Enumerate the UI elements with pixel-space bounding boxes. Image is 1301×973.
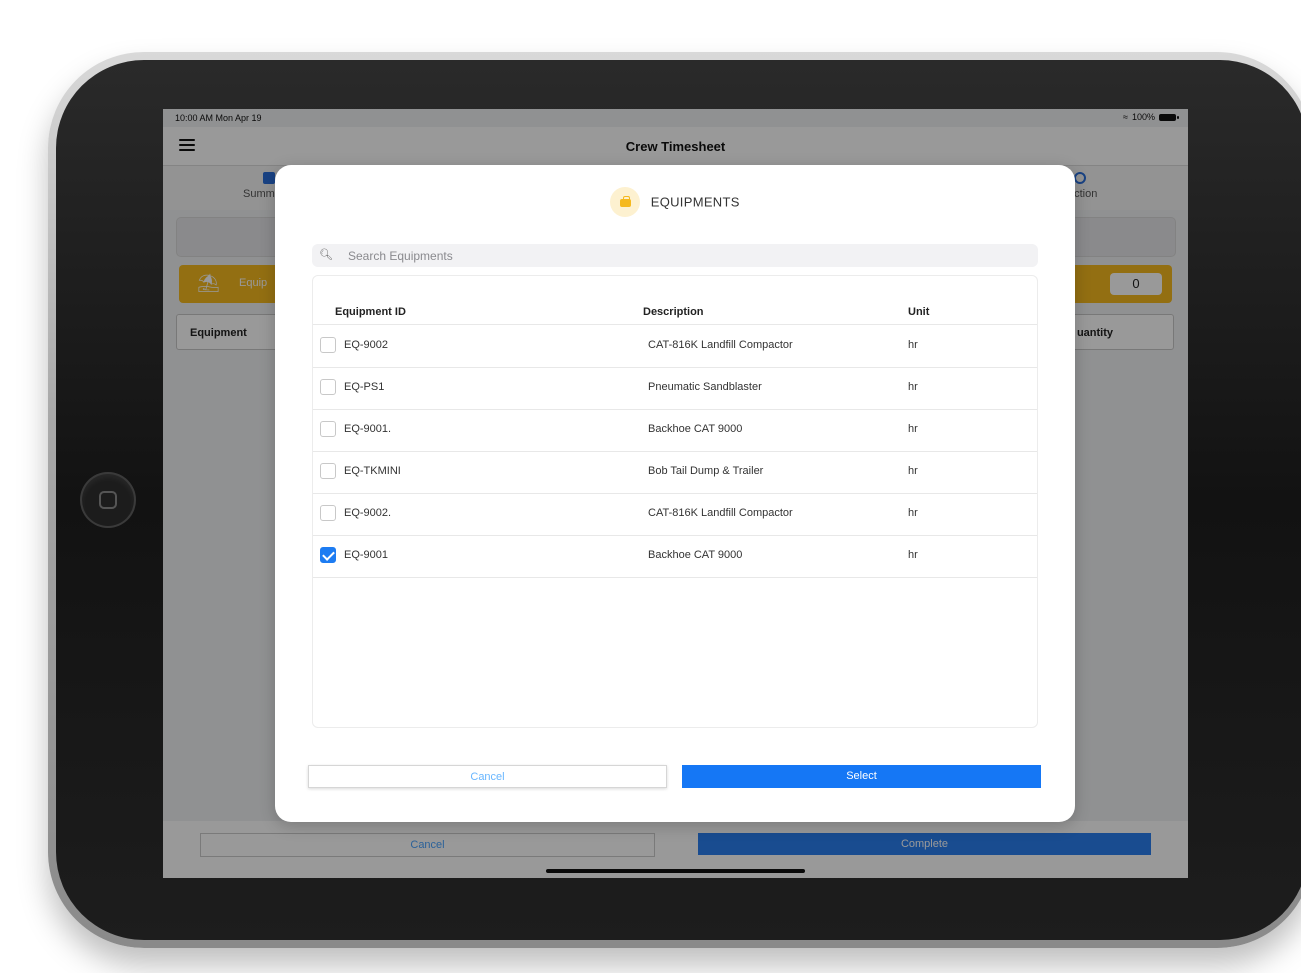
modal-header: EQUIPMENTS xyxy=(275,187,1075,217)
equipment-unit: hr xyxy=(908,549,918,561)
list-header: Equipment ID Description Unit xyxy=(313,304,1037,325)
equipment-id: EQ-9001. xyxy=(344,423,392,435)
equipment-description: Backhoe CAT 9000 xyxy=(648,549,743,561)
equipment-description: Backhoe CAT 9000 xyxy=(648,423,743,435)
screen: 10:00 AM Mon Apr 19 ≈ 100% Crew Timeshee… xyxy=(163,109,1188,878)
row-checkbox[interactable] xyxy=(320,337,336,353)
equipment-list: Equipment ID Description Unit EQ-9002 CA… xyxy=(312,275,1038,728)
equipment-unit: hr xyxy=(908,339,918,351)
equipments-modal: EQUIPMENTS 🔍︎ Equipment ID Description U… xyxy=(275,165,1075,822)
equipment-unit: hr xyxy=(908,465,918,477)
equipment-description: Pneumatic Sandblaster xyxy=(648,381,762,393)
equipment-id: EQ-9001 xyxy=(344,549,389,561)
equipment-description: CAT-816K Landfill Compactor xyxy=(648,507,793,519)
col-equipment-id: Equipment ID xyxy=(335,306,406,318)
search-input[interactable] xyxy=(348,244,1028,267)
row-checkbox[interactable] xyxy=(320,505,336,521)
search-bar: 🔍︎ xyxy=(312,244,1038,267)
list-item[interactable]: EQ-TKMINI Bob Tail Dump & Trailer hr xyxy=(313,451,1037,494)
modal-title: EQUIPMENTS xyxy=(650,194,740,210)
equipment-description: Bob Tail Dump & Trailer xyxy=(648,465,764,477)
equipment-id: EQ-9002 xyxy=(344,339,389,351)
equipment-unit: hr xyxy=(908,507,918,519)
home-button[interactable] xyxy=(80,472,136,528)
list-item[interactable]: EQ-9001 Backhoe CAT 9000 hr xyxy=(313,535,1037,578)
equipment-description: CAT-816K Landfill Compactor xyxy=(648,339,793,351)
cancel-button[interactable]: Cancel xyxy=(308,765,667,788)
equipment-id: EQ-PS1 xyxy=(344,381,385,393)
briefcase-icon xyxy=(610,187,641,217)
col-unit: Unit xyxy=(908,306,930,318)
col-description: Description xyxy=(643,306,704,318)
row-checkbox[interactable] xyxy=(320,379,336,395)
row-checkbox[interactable] xyxy=(320,463,336,479)
list-item[interactable]: EQ-PS1 Pneumatic Sandblaster hr xyxy=(313,367,1037,410)
row-checkbox[interactable] xyxy=(320,421,336,437)
row-checkbox-checked[interactable] xyxy=(320,547,336,563)
search-icon: 🔍︎ xyxy=(319,249,333,261)
equipment-id: EQ-TKMINI xyxy=(344,465,401,477)
list-item[interactable]: EQ-9001. Backhoe CAT 9000 hr xyxy=(313,409,1037,452)
list-item[interactable]: EQ-9002. CAT-816K Landfill Compactor hr xyxy=(313,493,1037,536)
equipment-unit: hr xyxy=(908,423,918,435)
equipment-unit: hr xyxy=(908,381,918,393)
equipment-id: EQ-9002. xyxy=(344,507,392,519)
select-button[interactable]: Select xyxy=(682,765,1041,788)
list-item[interactable]: EQ-9002 CAT-816K Landfill Compactor hr xyxy=(313,325,1037,368)
